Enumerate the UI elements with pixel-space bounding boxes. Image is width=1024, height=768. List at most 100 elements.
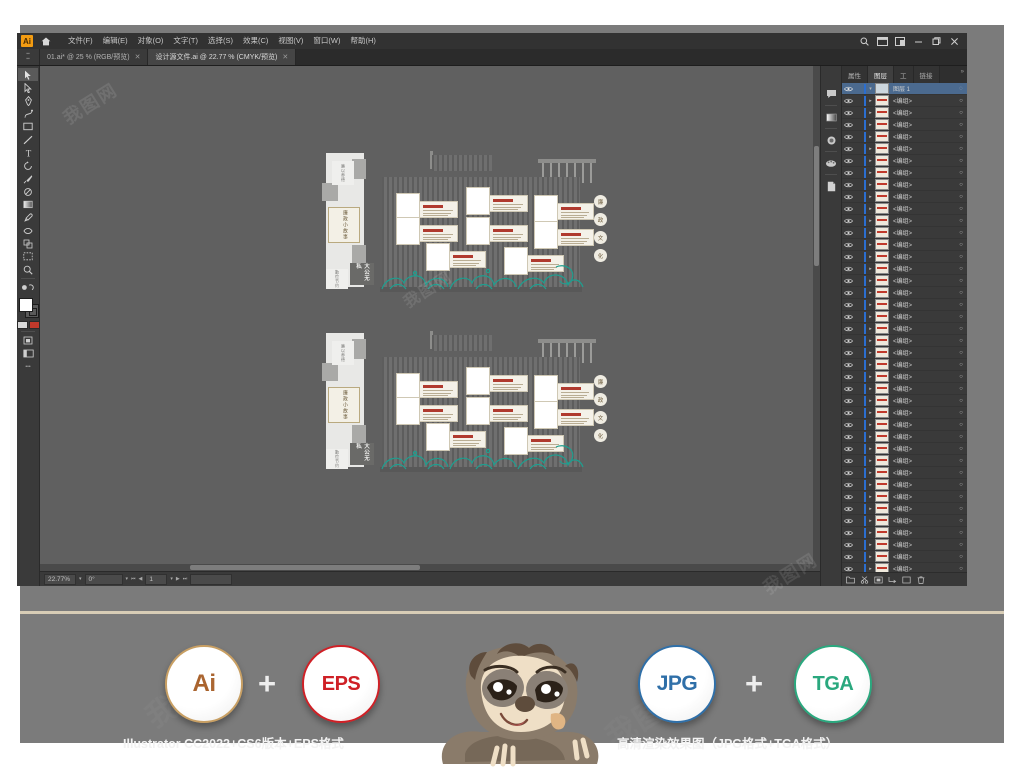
layer-name[interactable]: <编组> [893,276,955,285]
layer-row[interactable]: ▸ <编组> ○ [842,347,967,359]
pen-tool[interactable] [18,94,38,107]
search-icon[interactable] [856,34,872,48]
expand-arrow-icon[interactable]: ▸ [866,254,875,260]
target-indicator[interactable]: ◌ [955,86,967,92]
story-card[interactable] [466,367,528,395]
layer-name[interactable]: <编组> [893,384,955,393]
artboard-number-field[interactable]: 1 [145,573,168,585]
expand-arrow-icon[interactable]: ▸ [866,230,875,236]
layer-name[interactable]: 图层 1 [893,84,955,93]
target-indicator[interactable]: ○ [955,410,967,416]
layer-row[interactable]: ▸ <编组> ○ [842,191,967,203]
layer-name[interactable]: <编组> [893,156,955,165]
eye-icon[interactable] [842,458,855,464]
layer-row[interactable]: ▸ <编组> ○ [842,155,967,167]
target-indicator[interactable]: ○ [955,518,967,524]
layer-name[interactable]: <编组> [893,408,955,417]
target-indicator[interactable]: ○ [955,386,967,392]
eye-icon[interactable] [842,302,855,308]
target-indicator[interactable]: ○ [955,242,967,248]
story-card[interactable] [396,217,458,245]
story-card[interactable] [466,187,528,215]
target-indicator[interactable]: ○ [955,230,967,236]
eye-icon[interactable] [842,482,855,488]
eye-icon[interactable] [842,146,855,152]
layer-row[interactable]: ▸ <编组> ○ [842,563,967,572]
layer-name[interactable]: <编组> [893,132,955,141]
document-tab-source[interactable]: 设计源文件.ai @ 22.77 % (CMYK/预览) ✕ [148,49,297,65]
layer-row[interactable]: ▸ <编组> ○ [842,203,967,215]
layer-name[interactable]: <编组> [893,264,955,273]
expand-arrow-icon[interactable]: ▸ [866,470,875,476]
arrange-documents-icon[interactable] [874,34,890,48]
target-indicator[interactable]: ○ [955,482,967,488]
story-card[interactable] [534,375,594,403]
layer-row[interactable]: ▸ <编组> ○ [842,323,967,335]
first-artboard-icon[interactable]: ⏮ [131,576,136,582]
line-tool[interactable] [18,133,38,146]
target-indicator[interactable]: ○ [955,350,967,356]
expand-arrow-icon[interactable]: ▸ [866,410,875,416]
target-indicator[interactable]: ○ [955,542,967,548]
target-indicator[interactable]: ○ [955,530,967,536]
eye-icon[interactable] [842,434,855,440]
selection-tool[interactable] [18,68,38,81]
layer-row[interactable]: ▸ <编组> ○ [842,335,967,347]
eye-icon[interactable] [842,254,855,260]
panel-menu-icon[interactable] [939,66,967,83]
menu-view[interactable]: 视图(V) [273,33,308,49]
layer-row[interactable]: ▸ <编组> ○ [842,107,967,119]
layer-row[interactable]: ▸ <编组> ○ [842,431,967,443]
layer-name[interactable]: <编组> [893,468,955,477]
target-indicator[interactable]: ○ [955,206,967,212]
expand-arrow-icon[interactable]: ▸ [866,482,875,488]
eye-icon[interactable] [842,326,855,332]
layer-name[interactable]: <编组> [893,96,955,105]
layer-row[interactable]: ▸ <编组> ○ [842,179,967,191]
layer-name[interactable]: <编组> [893,528,955,537]
target-indicator[interactable]: ○ [955,134,967,140]
target-indicator[interactable]: ○ [955,374,967,380]
target-indicator[interactable]: ○ [955,470,967,476]
layer-row[interactable]: ▸ <编组> ○ [842,467,967,479]
expand-arrow-icon[interactable]: ▸ [866,542,875,548]
layer-row[interactable]: ▸ <编组> ○ [842,143,967,155]
story-card[interactable] [396,193,458,221]
target-indicator[interactable]: ○ [955,146,967,152]
layer-name[interactable]: <编组> [893,336,955,345]
layer-name[interactable]: <编组> [893,552,955,561]
canvas-horizontal-scrollbar[interactable] [40,564,820,571]
story-card[interactable] [466,217,528,245]
eye-icon[interactable] [842,242,855,248]
expand-arrow-icon[interactable]: ▸ [866,170,875,176]
expand-arrow-icon[interactable]: ▸ [866,338,875,344]
layer-row[interactable]: ▸ <编组> ○ [842,251,967,263]
make-clipping-mask-button[interactable] [860,575,869,584]
layer-name[interactable]: <编组> [893,300,955,309]
eye-icon[interactable] [842,314,855,320]
layer-name[interactable]: <编组> [893,480,955,489]
layer-name[interactable]: <编组> [893,120,955,129]
eye-icon[interactable] [842,182,855,188]
target-indicator[interactable]: ○ [955,194,967,200]
target-indicator[interactable]: ○ [955,218,967,224]
eye-icon[interactable] [842,122,855,128]
layer-row[interactable]: ▸ <编组> ○ [842,239,967,251]
eye-icon[interactable] [842,410,855,416]
layer-name[interactable]: <编组> [893,168,955,177]
expand-arrow-icon[interactable]: ▸ [866,506,875,512]
tab-links[interactable]: 链接 [913,66,940,83]
target-indicator[interactable]: ○ [955,278,967,284]
expand-arrow-icon[interactable]: ▸ [866,446,875,452]
expand-arrow-icon[interactable]: ▸ [866,302,875,308]
target-indicator[interactable]: ○ [955,362,967,368]
layer-name[interactable]: <编组> [893,348,955,357]
eye-icon[interactable] [842,362,855,368]
libraries-icon[interactable] [822,86,840,102]
layer-name[interactable]: <编组> [893,540,955,549]
layer-row[interactable]: ▸ <编组> ○ [842,491,967,503]
toolbar-header[interactable]: ▪▪ ▪▪ [17,49,40,65]
target-indicator[interactable]: ○ [955,398,967,404]
eye-icon[interactable] [842,350,855,356]
expand-arrow-icon[interactable]: ▸ [866,314,875,320]
